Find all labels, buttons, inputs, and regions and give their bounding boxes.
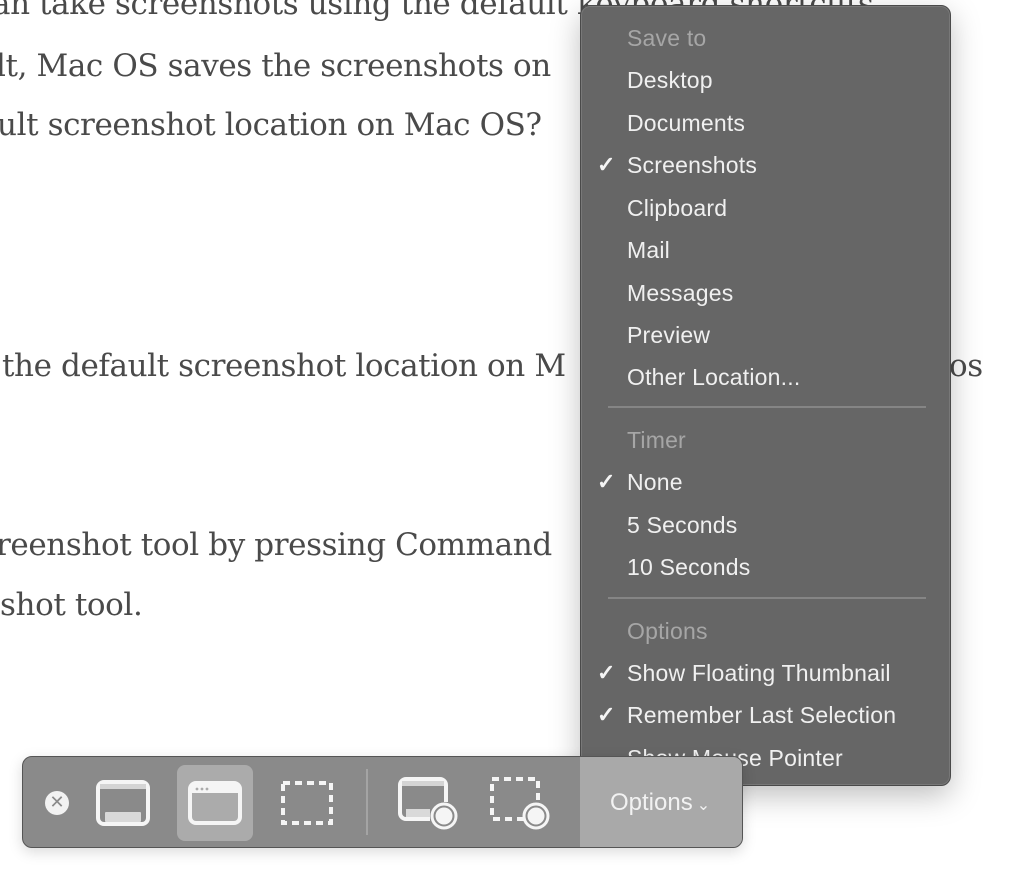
checkmark-icon: ✓ xyxy=(597,152,616,177)
screen-record-icon xyxy=(398,777,458,830)
menu-item-timer-10-seconds[interactable]: 10 Seconds xyxy=(581,547,950,587)
record-entire-screen-button[interactable] xyxy=(391,765,467,841)
capture-entire-screen-button[interactable] xyxy=(85,765,161,841)
menu-header-options: Options xyxy=(581,611,950,651)
menu-header-timer: Timer xyxy=(581,420,950,460)
close-button[interactable]: ✕ xyxy=(45,791,69,815)
menu-separator xyxy=(608,406,926,408)
menu-item-show-floating-thumbnail[interactable]: ✓ Show Floating Thumbnail xyxy=(581,653,950,693)
menu-item-label: Clipboard xyxy=(627,194,728,221)
menu-item-label: 10 Seconds xyxy=(627,553,751,580)
article-line: lt, Mac OS saves the screenshots on xyxy=(0,48,551,84)
menu-item-preview[interactable]: Preview xyxy=(581,315,950,355)
menu-item-mail[interactable]: Mail xyxy=(581,230,950,270)
options-menu: Save to Desktop Documents ✓ Screenshots … xyxy=(580,5,951,786)
article-line: shot tool. xyxy=(0,587,143,623)
menu-header-save-to: Save to xyxy=(581,18,950,58)
close-icon: ✕ xyxy=(49,792,65,813)
menu-item-label: Preview xyxy=(627,321,711,348)
menu-item-label: Remember Last Selection xyxy=(627,701,897,728)
menu-item-documents[interactable]: Documents xyxy=(581,103,950,143)
menu-header-label: Save to xyxy=(627,24,707,51)
article-line: ult screenshot location on Mac OS? xyxy=(0,107,542,143)
menu-item-timer-5-seconds[interactable]: 5 Seconds xyxy=(581,505,950,545)
menu-item-label: Other Location... xyxy=(627,363,801,390)
record-selected-portion-button[interactable] xyxy=(483,765,559,841)
menu-item-label: Mail xyxy=(627,236,670,263)
dashed-selection-icon xyxy=(281,781,333,825)
selection-record-icon xyxy=(490,777,550,830)
menu-item-label: Show Floating Thumbnail xyxy=(627,659,891,686)
menu-header-label: Options xyxy=(627,617,708,644)
article-line: reenshot tool by pressing Command xyxy=(0,527,552,563)
checkmark-icon: ✓ xyxy=(597,702,616,727)
menu-item-timer-none[interactable]: ✓ None xyxy=(581,462,950,502)
menu-item-label: Screenshots xyxy=(627,151,758,178)
menu-item-remember-last-selection[interactable]: ✓ Remember Last Selection xyxy=(581,695,950,735)
menu-item-desktop[interactable]: Desktop xyxy=(581,60,950,100)
article-line: the default screenshot location on M xyxy=(2,348,566,384)
menu-item-label: Messages xyxy=(627,279,734,306)
toolbar-divider xyxy=(366,769,368,835)
menu-item-label: 5 Seconds xyxy=(627,511,738,538)
menu-item-other-location[interactable]: Other Location... xyxy=(581,357,950,397)
menu-item-messages[interactable]: Messages xyxy=(581,273,950,313)
screen-icon xyxy=(96,780,150,826)
menu-header-label: Timer xyxy=(627,426,686,453)
menu-item-clipboard[interactable]: Clipboard xyxy=(581,188,950,228)
menu-item-screenshots[interactable]: ✓ Screenshots xyxy=(581,145,950,185)
article-line: os xyxy=(949,348,983,384)
screenshot-toolbar: ✕ Options ⌄ xyxy=(22,756,743,848)
menu-item-label: None xyxy=(627,468,683,495)
menu-item-label: Desktop xyxy=(627,66,713,93)
options-dropdown-button[interactable]: Options ⌄ xyxy=(580,757,742,847)
window-icon xyxy=(188,781,242,825)
options-label: Options xyxy=(610,789,693,816)
checkmark-icon: ✓ xyxy=(597,469,616,494)
menu-item-label: Documents xyxy=(627,109,746,136)
menu-separator xyxy=(608,597,926,599)
chevron-down-icon: ⌄ xyxy=(696,797,711,814)
capture-selected-portion-button[interactable] xyxy=(269,765,345,841)
capture-selected-window-button[interactable] xyxy=(177,765,253,841)
checkmark-icon: ✓ xyxy=(597,660,616,685)
